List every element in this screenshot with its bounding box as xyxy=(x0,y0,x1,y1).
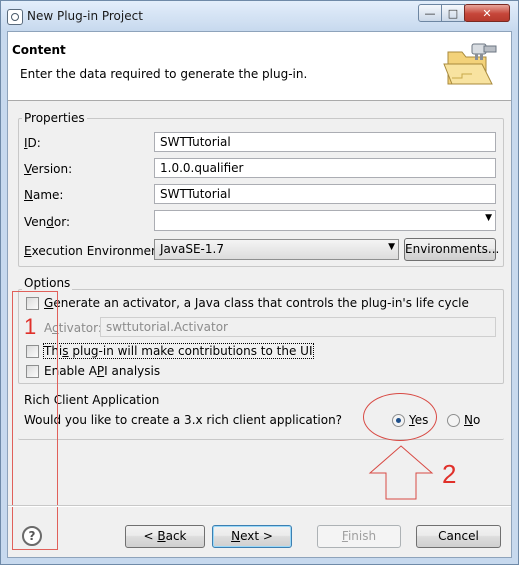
new-plugin-project-dialog: New Plug-in Project — □ ✕ Content Enter … xyxy=(0,0,519,565)
footer-separator xyxy=(8,505,511,507)
page-description: Enter the data required to generate the … xyxy=(20,67,308,81)
version-field[interactable]: 1.0.0.qualifier xyxy=(154,158,496,178)
chevron-down-icon: ▼ xyxy=(485,213,492,223)
rich-client-question: Would you like to create a 3.x rich clie… xyxy=(24,413,343,427)
version-label: Version: xyxy=(24,162,73,176)
annotation-number-1: 1 xyxy=(24,314,37,339)
dialog-client-area: Content Enter the data required to gener… xyxy=(7,31,512,558)
annotation-ellipse-yes xyxy=(363,393,437,441)
title-bar[interactable]: New Plug-in Project — □ ✕ xyxy=(1,1,518,31)
properties-group-label: Properties xyxy=(22,111,87,125)
next-button[interactable]: Next > xyxy=(212,525,292,548)
id-label: ID: xyxy=(24,136,41,150)
execution-environment-label: Execution Environment: xyxy=(24,244,168,258)
environments-button[interactable]: Environments... xyxy=(404,238,499,261)
annotation-up-arrow xyxy=(368,445,434,500)
id-field[interactable]: SWTTutorial xyxy=(154,132,496,152)
execution-environment-combo[interactable]: JavaSE-1.7 ▼ xyxy=(154,239,399,260)
rcp-no-radio[interactable] xyxy=(447,414,460,427)
cancel-button[interactable]: Cancel xyxy=(416,525,501,548)
generate-activator-label: Generate an activator, a Java class that… xyxy=(44,296,469,310)
options-group-label: Options xyxy=(22,276,73,290)
vendor-combo[interactable]: ▼ xyxy=(154,210,496,231)
ui-contributions-label: This plug-in will make contributions to … xyxy=(43,343,314,359)
help-icon[interactable]: ? xyxy=(22,526,42,546)
wizard-header: Content Enter the data required to gener… xyxy=(8,32,511,101)
maximize-button[interactable]: □ xyxy=(441,4,465,22)
name-label: Name: xyxy=(24,188,64,202)
annotation-number-2: 2 xyxy=(442,459,457,489)
window-title: New Plug-in Project xyxy=(27,9,143,23)
close-button[interactable]: ✕ xyxy=(464,4,510,22)
plugin-folder-icon xyxy=(443,43,497,85)
enable-api-analysis-label: Enable API analysis xyxy=(44,364,161,378)
page-title: Content xyxy=(12,43,66,57)
back-button[interactable]: < Back xyxy=(125,525,205,548)
vendor-label: Vendor: xyxy=(24,215,70,229)
name-field[interactable]: SWTTutorial xyxy=(154,184,496,204)
minimize-button[interactable]: — xyxy=(418,4,442,22)
finish-button[interactable]: Finish xyxy=(317,525,401,548)
eclipse-app-icon xyxy=(7,9,23,25)
rcp-no-label: No xyxy=(464,413,481,427)
activator-field: swttutorial.Activator xyxy=(100,317,496,337)
chevron-down-icon: ▼ xyxy=(388,242,395,252)
